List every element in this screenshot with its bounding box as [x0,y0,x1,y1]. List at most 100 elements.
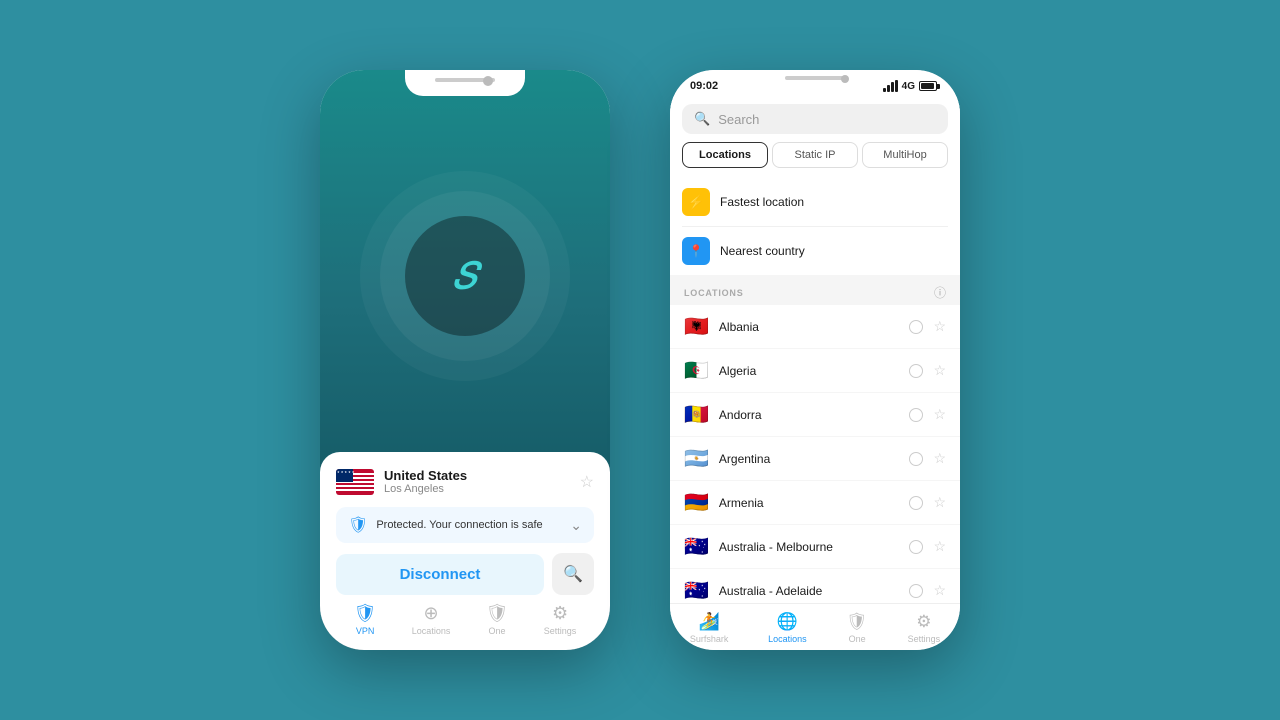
list-item[interactable]: 🇦🇺 Australia - Adelaide ☆ [670,569,960,603]
info-icon[interactable]: ⓘ [934,284,946,301]
one-nav-label-r: One [849,634,866,644]
protection-text: Protected. Your connection is safe [376,519,542,531]
nearest-country-icon: 📍 [682,237,710,265]
search-button[interactable]: 🔍 [552,553,594,595]
surfshark-nav-label: Surfshark [690,634,729,644]
vpn-screen: 𝑆 United States Los Angeles ☆ 🛡 Protecte… [320,70,610,650]
surfshark-logo-icon: 𝑆 [453,255,477,298]
list-item[interactable]: 🇦🇱 Albania ☆ [670,305,960,349]
nav-settings-right[interactable]: ⚙ Settings [908,612,941,644]
location-list: 🇦🇱 Albania ☆ 🇩🇿 Algeria ☆ 🇦🇩 Andorra ☆ 🇦… [670,305,960,603]
bolt-icon: ⚡ [687,194,704,211]
albania-flag-icon: 🇦🇱 [684,314,709,339]
tab-locations[interactable]: Locations [682,142,768,168]
au-adelaide-star-icon[interactable]: ☆ [933,582,946,599]
andorra-flag-icon: 🇦🇩 [684,402,709,427]
settings-nav-icon: ⚙ [552,603,568,624]
au-melbourne-star-icon[interactable]: ☆ [933,538,946,555]
settings-nav-icon-r: ⚙ [916,612,931,632]
search-icon: 🔍 [694,111,710,127]
action-row: Disconnect 🔍 [336,553,594,595]
list-item[interactable]: 🇦🇩 Andorra ☆ [670,393,960,437]
fastest-location-label: Fastest location [720,195,804,209]
circle-outer: 𝑆 [360,171,570,381]
fastest-location-item[interactable]: ⚡ Fastest location [682,178,948,227]
albania-star-icon[interactable]: ☆ [933,318,946,335]
fastest-location-icon: ⚡ [682,188,710,216]
au-melbourne-radio[interactable] [909,540,923,554]
nav-locations[interactable]: ⊕ Locations [412,603,451,636]
andorra-star-icon[interactable]: ☆ [933,406,946,423]
location-country: United States [384,468,570,483]
us-flag [336,469,374,495]
locations-section-header: LOCATIONS ⓘ [670,276,960,305]
albania-radio[interactable] [909,320,923,334]
nav-settings[interactable]: ⚙ Settings [544,603,577,636]
list-item[interactable]: 🇦🇷 Argentina ☆ [670,437,960,481]
au-melbourne-label: Australia - Melbourne [719,540,900,554]
nav-one[interactable]: 🛡 One [486,603,509,636]
locations-nav-label: Locations [412,626,451,636]
notch-camera [483,76,493,86]
list-item[interactable]: 🇩🇿 Algeria ☆ [670,349,960,393]
section-title: LOCATIONS [684,288,744,298]
surfshark-nav-icon: 🏄 [699,612,720,632]
au-adelaide-flag-icon: 🇦🇺 [684,578,709,603]
armenia-radio[interactable] [909,496,923,510]
disconnect-button[interactable]: Disconnect [336,554,544,595]
nav-surfshark[interactable]: 🏄 Surfshark [690,612,729,644]
settings-nav-label: Settings [544,626,577,636]
nav-vpn[interactable]: 🛡 VPN [354,603,377,636]
tab-multihop[interactable]: MultiHop [862,142,948,168]
status-time: 09:02 [690,80,718,92]
algeria-radio[interactable] [909,364,923,378]
vpn-circle-area: 𝑆 [320,70,610,452]
armenia-label: Armenia [719,496,900,510]
argentina-flag-icon: 🇦🇷 [684,446,709,471]
nav-locations-right[interactable]: 🌐 Locations [768,612,807,644]
search-bar[interactable]: 🔍 Search [682,104,948,134]
pin-icon: 📍 [689,244,704,258]
status-right-icons: 4G [883,80,940,92]
chevron-down-icon: ⌄ [570,517,582,534]
armenia-flag-icon: 🇦🇲 [684,490,709,515]
circle-mid: 𝑆 [380,191,550,361]
special-items-container: ⚡ Fastest location 📍 Nearest country [670,178,960,275]
one-nav-label: One [489,626,506,636]
location-text: United States Los Angeles [384,468,570,495]
settings-nav-label-r: Settings [908,634,941,644]
location-city: Los Angeles [384,483,570,495]
circle-inner: 𝑆 [405,216,525,336]
vpn-nav-icon: 🛡 [354,603,377,624]
argentina-star-icon[interactable]: ☆ [933,450,946,467]
armenia-star-icon[interactable]: ☆ [933,494,946,511]
notch-camera-right [841,75,849,83]
favorite-star-icon[interactable]: ☆ [580,472,594,492]
tabs-row: Locations Static IP MultiHop [670,142,960,178]
right-bottom-nav: 🏄 Surfshark 🌐 Locations 🛡 One ⚙ Settings [670,603,960,650]
left-phone: 𝑆 United States Los Angeles ☆ 🛡 Protecte… [320,70,610,650]
one-nav-icon-r: 🛡 [846,612,868,632]
tab-static-ip[interactable]: Static IP [772,142,858,168]
network-label: 4G [902,81,915,92]
nav-one-right[interactable]: 🛡 One [846,612,868,644]
vpn-nav-label: VPN [356,626,375,636]
au-adelaide-radio[interactable] [909,584,923,598]
list-item[interactable]: 🇦🇺 Australia - Melbourne ☆ [670,525,960,569]
location-row: United States Los Angeles ☆ [336,468,594,495]
search-input[interactable]: Search [718,112,759,127]
argentina-label: Argentina [719,452,900,466]
algeria-star-icon[interactable]: ☆ [933,362,946,379]
shield-protected-icon: 🛡 [348,515,368,535]
notch-bar-right [785,76,845,80]
list-item[interactable]: 🇦🇲 Armenia ☆ [670,481,960,525]
algeria-label: Algeria [719,364,900,378]
albania-label: Albania [719,320,900,334]
vpn-bottom-panel: United States Los Angeles ☆ 🛡 Protected.… [320,452,610,650]
protection-status-row[interactable]: 🛡 Protected. Your connection is safe ⌄ [336,507,594,543]
andorra-radio[interactable] [909,408,923,422]
locations-content: 🔍 Search Locations Static IP MultiHop ⚡ … [670,96,960,603]
au-melbourne-flag-icon: 🇦🇺 [684,534,709,559]
argentina-radio[interactable] [909,452,923,466]
nearest-country-item[interactable]: 📍 Nearest country [682,227,948,275]
